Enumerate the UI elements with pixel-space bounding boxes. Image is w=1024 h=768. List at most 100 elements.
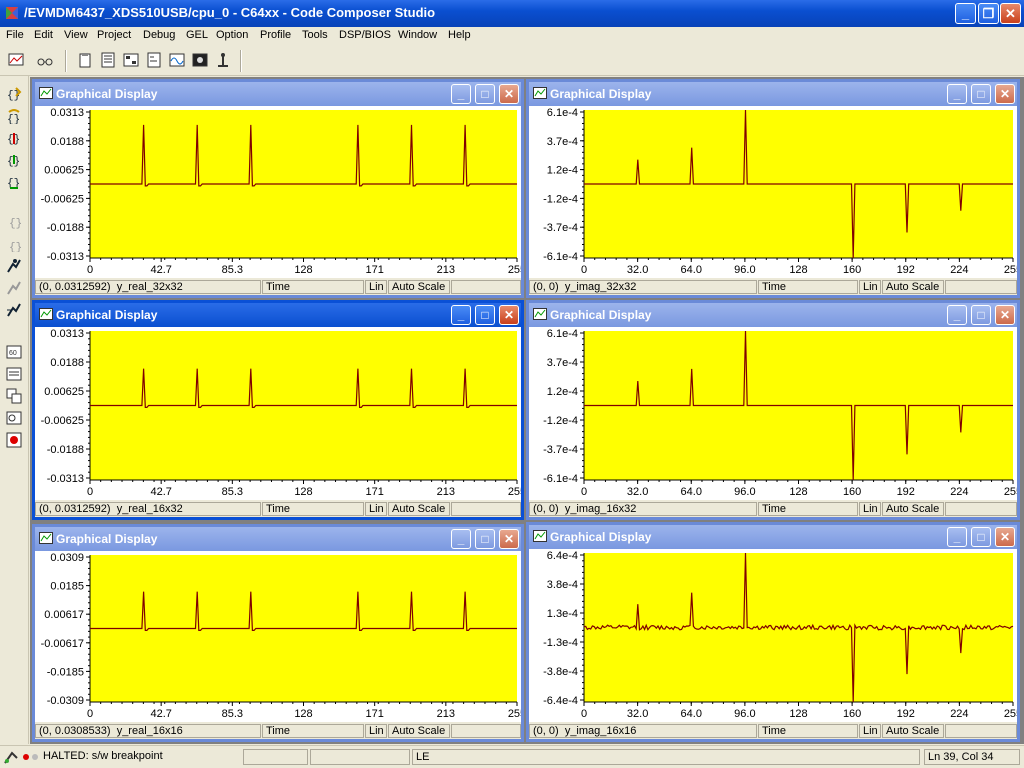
menu-bar: File Edit View Project Debug GEL Option …: [0, 27, 1024, 46]
menu-file[interactable]: File: [6, 29, 24, 41]
panel-titlebar[interactable]: Graphical Display _ □ ✕: [35, 527, 521, 551]
menu-view[interactable]: View: [64, 29, 88, 41]
registers-window-icon[interactable]: [6, 388, 22, 404]
cursor-readout: (0, 0) y_imag_16x32: [529, 502, 757, 516]
panel-close-button[interactable]: ✕: [499, 305, 519, 325]
panel-maximize-button[interactable]: □: [971, 527, 991, 547]
graph-panel-y-imag-16x32[interactable]: Graphical Display _ □ ✕ 6.1e-4 3.7e-4 1.2e…: [526, 300, 1020, 520]
menu-debug[interactable]: Debug: [143, 29, 175, 41]
y-tick-label: -0.00625: [41, 193, 84, 205]
panel-titlebar[interactable]: Graphical Display _ □ ✕: [35, 82, 521, 106]
run-to-cursor-icon[interactable]: {}: [6, 152, 22, 168]
plot-area[interactable]: 6.1e-4 3.7e-4 1.2e-4 -1.2e-4 -3.7e-4 -6.1e-4 0…: [529, 106, 1017, 278]
signal-name: y_imag_16x32: [564, 503, 637, 515]
restore-button[interactable]: ❐: [978, 3, 999, 24]
panel-titlebar[interactable]: Graphical Display _ □ ✕: [529, 525, 1017, 549]
panel-close-button[interactable]: ✕: [499, 84, 519, 104]
panel-minimize-button[interactable]: _: [947, 527, 967, 547]
menu-profile[interactable]: Profile: [260, 29, 291, 41]
asm-step-over-icon[interactable]: {}: [6, 236, 22, 252]
x-tick-label: 192: [897, 708, 915, 720]
menu-window[interactable]: Window: [398, 29, 437, 41]
cursor-position: Ln 39, Col 34: [924, 749, 1020, 765]
asm-step-into-icon[interactable]: {}: [6, 214, 22, 230]
panel-maximize-button[interactable]: □: [475, 529, 495, 549]
panel-minimize-button[interactable]: _: [451, 84, 471, 104]
panel-minimize-button[interactable]: _: [947, 84, 967, 104]
x-tick-label: 85.3: [222, 264, 243, 276]
halt-icon[interactable]: [6, 280, 22, 296]
menu-help[interactable]: Help: [448, 29, 471, 41]
line-chart[interactable]: 0.0313 0.0188 0.00625 -0.00625 -0.0188 -0.031…: [35, 106, 521, 278]
breakpoint-icon[interactable]: [6, 432, 22, 448]
cursor-value: (0, 0.0308533): [39, 725, 111, 737]
y-tick-label: -6.1e-4: [543, 473, 578, 485]
glasses-icon[interactable]: [37, 52, 53, 68]
plot-area[interactable]: 6.1e-4 3.7e-4 1.2e-4 -1.2e-4 -3.7e-4 -6.1e-4 0…: [529, 327, 1017, 500]
y-tick-label: -1.2e-4: [543, 193, 578, 205]
menu-project[interactable]: Project: [97, 29, 131, 41]
x-tick-label: 0: [87, 708, 93, 720]
step-into-icon[interactable]: {}: [6, 86, 22, 102]
image-icon[interactable]: [192, 52, 208, 68]
panel-maximize-button[interactable]: □: [475, 84, 495, 104]
y-tick-label: -3.7e-4: [543, 444, 578, 456]
line-chart[interactable]: 0.0309 0.0185 0.00617 -0.00617 -0.0185 -0.030…: [35, 551, 521, 722]
graph-panel-y-real-16x16[interactable]: Graphical Display _ □ ✕ 0.0309 0.0185 0.00…: [32, 524, 524, 742]
panel-close-button[interactable]: ✕: [995, 527, 1015, 547]
memory-icon[interactable]: [100, 52, 116, 68]
run-icon[interactable]: [6, 258, 22, 274]
menu-edit[interactable]: Edit: [34, 29, 53, 41]
graph-panel-y-imag-32x32[interactable]: Graphical Display _ □ ✕ 6.1e-4 3.7e-4 1.2e…: [526, 79, 1020, 298]
plot-area[interactable]: 6.4e-4 3.8e-4 1.3e-4 -1.3e-4 -3.8e-4 -6.4e-4 0…: [529, 549, 1017, 722]
watch-icon[interactable]: 60: [6, 344, 22, 360]
panel-titlebar[interactable]: Graphical Display _ □ ✕: [529, 82, 1017, 106]
panel-close-button[interactable]: ✕: [995, 84, 1015, 104]
minimize-button[interactable]: _: [955, 3, 976, 24]
x-tick-label: 42.7: [150, 486, 171, 498]
menu-gel[interactable]: GEL: [186, 29, 208, 41]
animate-icon[interactable]: [6, 302, 22, 318]
registers-icon[interactable]: [123, 52, 139, 68]
y-tick-label: 6.1e-4: [547, 107, 578, 119]
graph-panel-y-real-16x32[interactable]: Graphical Display _ □ ✕ 0.0313 0.0188 0.00…: [32, 300, 524, 520]
set-pc-icon[interactable]: {}: [6, 174, 22, 190]
panel-close-button[interactable]: ✕: [995, 305, 1015, 325]
line-chart[interactable]: 6.1e-4 3.7e-4 1.2e-4 -1.2e-4 -3.7e-4 -6.1e-40…: [529, 327, 1017, 500]
status-empty-field: [451, 280, 521, 294]
plot-area[interactable]: 0.0309 0.0185 0.00617 -0.00617 -0.0185 -0.030…: [35, 551, 521, 722]
plot-area[interactable]: 0.0313 0.0188 0.00625 -0.00625 -0.0188 -0.031…: [35, 327, 521, 500]
menu-dspbios[interactable]: DSP/BIOS: [339, 29, 391, 41]
graph-panel-y-real-32x32[interactable]: Graphical Display _ □ ✕ 0.0313 0.0188 0.00…: [32, 79, 524, 298]
panel-minimize-button[interactable]: _: [451, 529, 471, 549]
panel-minimize-button[interactable]: _: [451, 305, 471, 325]
close-button[interactable]: ✕: [1000, 3, 1021, 24]
panel-close-button[interactable]: ✕: [499, 529, 519, 549]
memory-window-icon[interactable]: [6, 366, 22, 382]
graph-icon[interactable]: [8, 52, 24, 68]
toolbar-separator: [240, 50, 242, 72]
panel-maximize-button[interactable]: □: [971, 305, 991, 325]
menu-option[interactable]: Option: [216, 29, 248, 41]
x-tick-label: 213: [437, 486, 455, 498]
panel-maximize-button[interactable]: □: [971, 84, 991, 104]
plot-area[interactable]: 0.0313 0.0188 0.00625 -0.00625 -0.0188 -0.031…: [35, 106, 521, 278]
line-chart[interactable]: 0.0313 0.0188 0.00625 -0.00625 -0.0188 -0.031…: [35, 327, 521, 500]
line-chart[interactable]: 6.1e-4 3.7e-4 1.2e-4 -1.2e-4 -3.7e-4 -6.1e-40…: [529, 106, 1017, 278]
quick-watch-icon[interactable]: [6, 410, 22, 426]
graph-panel-y-imag-16x16[interactable]: Graphical Display _ □ ✕ 6.4e-4 3.8e-4 1.3e…: [526, 522, 1020, 742]
panel-titlebar[interactable]: Graphical Display _ □ ✕: [529, 303, 1017, 327]
panel-minimize-button[interactable]: _: [947, 305, 967, 325]
probe-icon[interactable]: [215, 52, 231, 68]
x-tick-label: 160: [843, 486, 861, 498]
clipboard-icon[interactable]: [77, 52, 93, 68]
main-toolbar: [0, 46, 1024, 76]
step-out-icon[interactable]: {}: [6, 130, 22, 146]
graph-wave-icon[interactable]: [169, 52, 185, 68]
step-over-icon[interactable]: {}: [6, 108, 22, 124]
disassembly-icon[interactable]: [146, 52, 162, 68]
panel-maximize-button[interactable]: □: [475, 305, 495, 325]
line-chart[interactable]: 6.4e-4 3.8e-4 1.3e-4 -1.3e-4 -3.8e-4 -6.4e-40…: [529, 549, 1017, 722]
menu-tools[interactable]: Tools: [302, 29, 328, 41]
panel-titlebar[interactable]: Graphical Display _ □ ✕: [35, 303, 521, 327]
